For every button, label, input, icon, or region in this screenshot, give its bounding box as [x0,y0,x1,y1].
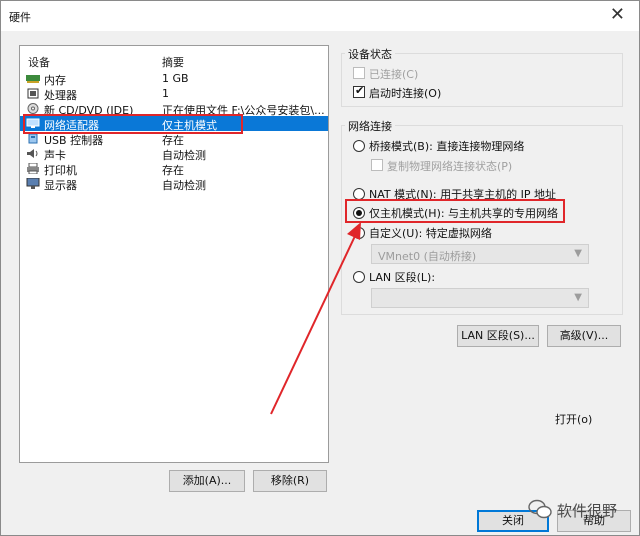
custom-network-select[interactable]: VMnet0 (自动桥接) ▼ [371,244,589,264]
close-icon[interactable]: ✕ [610,5,625,25]
chevron-down-icon: ▼ [574,248,582,259]
device-summary: 1 GB [162,72,189,85]
highlight-box-host-only [345,199,565,223]
device-name: 显示器 [44,179,77,192]
replicate-state-checkbox[interactable] [371,159,383,171]
usb-icon [28,133,38,144]
device-row-memory[interactable]: 内存 1 GB [20,71,328,87]
cd-dvd-icon [27,103,39,114]
advanced-button[interactable]: 高级(V)... [547,325,621,347]
connect-at-power-on-checkbox[interactable]: ✔ [353,84,365,98]
device-row-display[interactable]: 显示器 自动检测 [20,176,328,192]
device-status-title: 设备状态 [345,46,395,62]
network-connection-title: 网络连接 [345,118,395,134]
sound-card-icon [27,149,38,158]
window-title: 硬件 [9,11,31,24]
connect-at-power-on-label: 启动时连接(O) [369,87,442,100]
bridged-label: 桥接模式(B): 直接连接物理网络 [369,140,525,153]
processor-icon [27,88,39,99]
lan-segments-button[interactable]: LAN 区段(S)... [457,325,539,347]
summary-column-header[interactable]: 摘要 [162,54,184,69]
device-row-sound-card[interactable]: 声卡 自动检测 [20,146,328,162]
remove-button[interactable]: 移除(R) [253,470,327,492]
custom-network-value: VMnet0 (自动桥接) [378,250,477,263]
bridged-radio[interactable] [353,140,365,152]
watermark-text: 软件很野 [557,502,618,520]
memory-icon [26,75,40,83]
open-label: 打开(o) [555,413,593,426]
lan-segment-select[interactable]: ▼ [371,288,589,308]
add-button[interactable]: 添加(A)... [169,470,245,492]
connected-label: 已连接(C) [369,68,419,81]
hardware-dialog: 硬件 ✕ 设备 摘要 内存 1 GB 处理器 1 新 CD/DVD (IDE) … [0,0,640,536]
replicate-state-label: 复制物理网络连接状态(P) [387,160,513,173]
device-row-processor[interactable]: 处理器 1 [20,86,328,102]
device-summary: 1 [162,87,169,100]
display-icon [26,178,40,189]
lan-segment-label: LAN 区段(L): [369,271,436,284]
chevron-down-icon: ▼ [574,292,582,303]
annotation-arrow [270,222,361,415]
device-summary: 自动检测 [162,179,206,192]
highlight-box-network-adapter [23,114,243,134]
device-column-header[interactable]: 设备 [28,54,50,69]
device-row-printer[interactable]: 打印机 存在 [20,161,328,177]
custom-label: 自定义(U): 特定虚拟网络 [369,227,492,240]
checkmark-icon: ✔ [355,84,365,97]
connected-checkbox[interactable] [353,67,365,79]
wechat-icon [528,499,552,519]
printer-icon [27,163,39,174]
title-bar: 硬件 ✕ [1,1,639,31]
